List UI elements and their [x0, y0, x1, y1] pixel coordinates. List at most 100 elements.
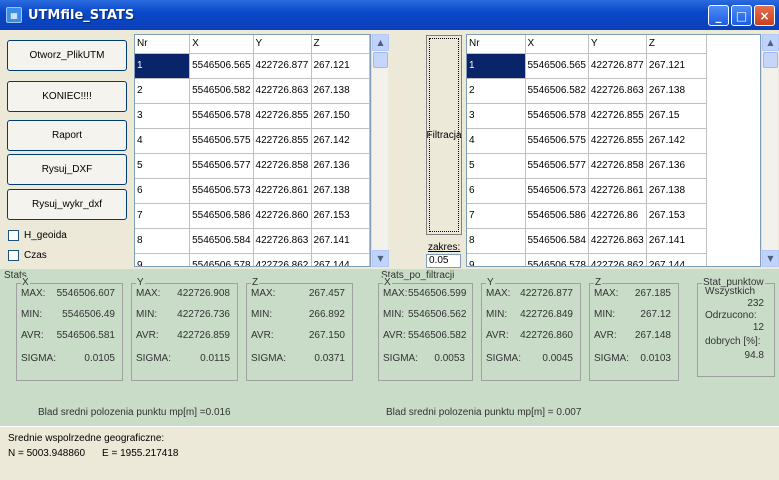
table-cell[interactable]: 5546506.573 [189, 178, 254, 204]
row-number-cell[interactable]: 9 [467, 253, 526, 266]
row-number-cell[interactable]: 5 [467, 153, 526, 179]
table-row[interactable]: 5 5546506.577 422726.858 267.136 [135, 153, 370, 179]
row-number-cell[interactable]: 3 [135, 103, 191, 129]
row-number-cell[interactable]: 7 [135, 203, 191, 229]
draw-chart-dxf-button[interactable]: Rysuj_wykr_dxf [7, 189, 127, 220]
row-number-cell[interactable]: 4 [467, 128, 526, 154]
minimize-button[interactable]: _ [708, 5, 729, 26]
table-row[interactable]: 6 5546506.573 422726.861 267.138 [135, 178, 370, 204]
row-number-cell[interactable]: 9 [135, 253, 191, 266]
table-cell[interactable]: 422726.855 [588, 128, 647, 154]
scroll-thumb[interactable] [763, 52, 778, 68]
table-cell[interactable]: 5546506.565 [189, 53, 254, 79]
table-cell[interactable]: 422726.855 [588, 103, 647, 129]
table-cell[interactable]: 267.136 [311, 153, 370, 179]
table-cell[interactable]: 267.141 [311, 228, 370, 254]
table-cell[interactable]: 422726.858 [253, 153, 312, 179]
table-cell[interactable]: 422726.862 [588, 253, 647, 266]
maximize-button[interactable]: □ [731, 5, 752, 26]
table-row[interactable]: 5 5546506.577 422726.858 267.136 [467, 153, 707, 179]
table-cell[interactable]: 267.121 [311, 53, 370, 79]
checkbox-box[interactable] [8, 230, 19, 241]
table-cell[interactable]: 5546506.577 [189, 153, 254, 179]
scroll-thumb[interactable] [373, 52, 388, 68]
table-row[interactable]: 7 5546506.586 422726.86 267.153 [467, 203, 707, 229]
table-row[interactable]: 4 5546506.575 422726.855 267.142 [135, 128, 370, 154]
table-cell[interactable]: 267.138 [311, 78, 370, 104]
column-header-y[interactable]: Y [253, 35, 312, 54]
table-cell[interactable]: 5546506.582 [189, 78, 254, 104]
column-header-nr[interactable]: Nr [467, 35, 526, 54]
table-row[interactable]: 3 5546506.578 422726.855 267.150 [135, 103, 370, 129]
table-row[interactable]: 9 5546506.578 422726.862 267.144 [135, 253, 370, 266]
table-row[interactable]: 8 5546506.584 422726.863 267.141 [135, 228, 370, 254]
row-number-cell[interactable]: 2 [467, 78, 526, 104]
table-cell[interactable]: 422726.858 [588, 153, 647, 179]
table-cell[interactable]: 422726.855 [253, 128, 312, 154]
table-row[interactable]: 1 5546506.565 422726.877 267.121 [135, 53, 370, 79]
column-header-z[interactable]: Z [646, 35, 707, 54]
table-cell[interactable]: 5546506.578 [189, 103, 254, 129]
table-cell[interactable]: 422726.863 [588, 228, 647, 254]
table-cell[interactable]: 267.121 [646, 53, 707, 79]
h-geoida-checkbox[interactable]: H_geoida [8, 230, 67, 241]
row-number-cell[interactable]: 7 [467, 203, 526, 229]
row-number-cell[interactable]: 6 [467, 178, 526, 204]
data-grid-right[interactable]: Nr X Y Z 1 5546506.565 422726.877 267.121 2 55465… [466, 34, 761, 267]
table-cell[interactable]: 267.15 [646, 103, 707, 129]
table-cell[interactable]: 422726.86 [588, 203, 647, 229]
close-button[interactable]: × [754, 5, 775, 26]
column-header-x[interactable]: X [525, 35, 589, 54]
table-cell[interactable]: 5546506.573 [525, 178, 589, 204]
scroll-down-arrow-icon[interactable]: ▼ [372, 250, 389, 267]
report-button[interactable]: Raport [7, 120, 127, 151]
table-cell[interactable]: 422726.863 [253, 228, 312, 254]
table-cell[interactable]: 5546506.578 [189, 253, 254, 266]
row-number-cell[interactable]: 1 [135, 53, 191, 79]
table-cell[interactable]: 267.142 [311, 128, 370, 154]
table-cell[interactable]: 267.144 [311, 253, 370, 266]
row-number-cell[interactable]: 3 [467, 103, 526, 129]
row-number-cell[interactable]: 6 [135, 178, 191, 204]
row-number-cell[interactable]: 2 [135, 78, 191, 104]
table-cell[interactable]: 5546506.577 [525, 153, 589, 179]
table-cell[interactable]: 267.142 [646, 128, 707, 154]
row-number-cell[interactable]: 1 [467, 53, 526, 79]
table-row[interactable]: 7 5546506.586 422726.860 267.153 [135, 203, 370, 229]
table-cell[interactable]: 267.150 [311, 103, 370, 129]
czas-checkbox[interactable]: Czas [8, 250, 47, 261]
table-cell[interactable]: 267.153 [646, 203, 707, 229]
table-cell[interactable]: 422726.860 [253, 203, 312, 229]
table-cell[interactable]: 422726.861 [253, 178, 312, 204]
row-number-cell[interactable]: 8 [467, 228, 526, 254]
table-cell[interactable]: 5546506.575 [525, 128, 589, 154]
table-cell[interactable]: 5546506.575 [189, 128, 254, 154]
table-cell[interactable]: 422726.861 [588, 178, 647, 204]
table-row[interactable]: 8 5546506.584 422726.863 267.141 [467, 228, 707, 254]
table-cell[interactable]: 422726.877 [253, 53, 312, 79]
row-number-cell[interactable]: 4 [135, 128, 191, 154]
table-row[interactable]: 6 5546506.573 422726.861 267.138 [467, 178, 707, 204]
table-cell[interactable]: 267.153 [311, 203, 370, 229]
row-number-cell[interactable]: 8 [135, 228, 191, 254]
table-cell[interactable]: 5546506.586 [189, 203, 254, 229]
table-cell[interactable]: 422726.855 [253, 103, 312, 129]
checkbox-box[interactable] [8, 250, 19, 261]
table-row[interactable]: 4 5546506.575 422726.855 267.142 [467, 128, 707, 154]
table-cell[interactable]: 5546506.578 [525, 253, 589, 266]
table-cell[interactable]: 422726.862 [253, 253, 312, 266]
table-cell[interactable]: 267.138 [646, 178, 707, 204]
table-cell[interactable]: 5546506.584 [189, 228, 254, 254]
table-row[interactable]: 2 5546506.582 422726.863 267.138 [467, 78, 707, 104]
open-utm-file-button[interactable]: Otworz_PlikUTM [7, 40, 127, 71]
table-cell[interactable]: 422726.863 [588, 78, 647, 104]
table-row[interactable]: 9 5546506.578 422726.862 267.144 [467, 253, 707, 266]
left-grid-scrollbar[interactable]: ▲ ▼ [371, 34, 389, 267]
data-grid-left[interactable]: Nr X Y Z 1 5546506.565 422726.877 267.121 2 55465… [134, 34, 371, 267]
column-header-y[interactable]: Y [588, 35, 647, 54]
filtracja-button[interactable]: Filtracja [426, 35, 462, 235]
right-grid-scrollbar[interactable]: ▲ ▼ [761, 34, 779, 267]
scroll-up-arrow-icon[interactable]: ▲ [372, 34, 389, 51]
table-cell[interactable]: 267.138 [646, 78, 707, 104]
column-header-nr[interactable]: Nr [135, 35, 191, 54]
